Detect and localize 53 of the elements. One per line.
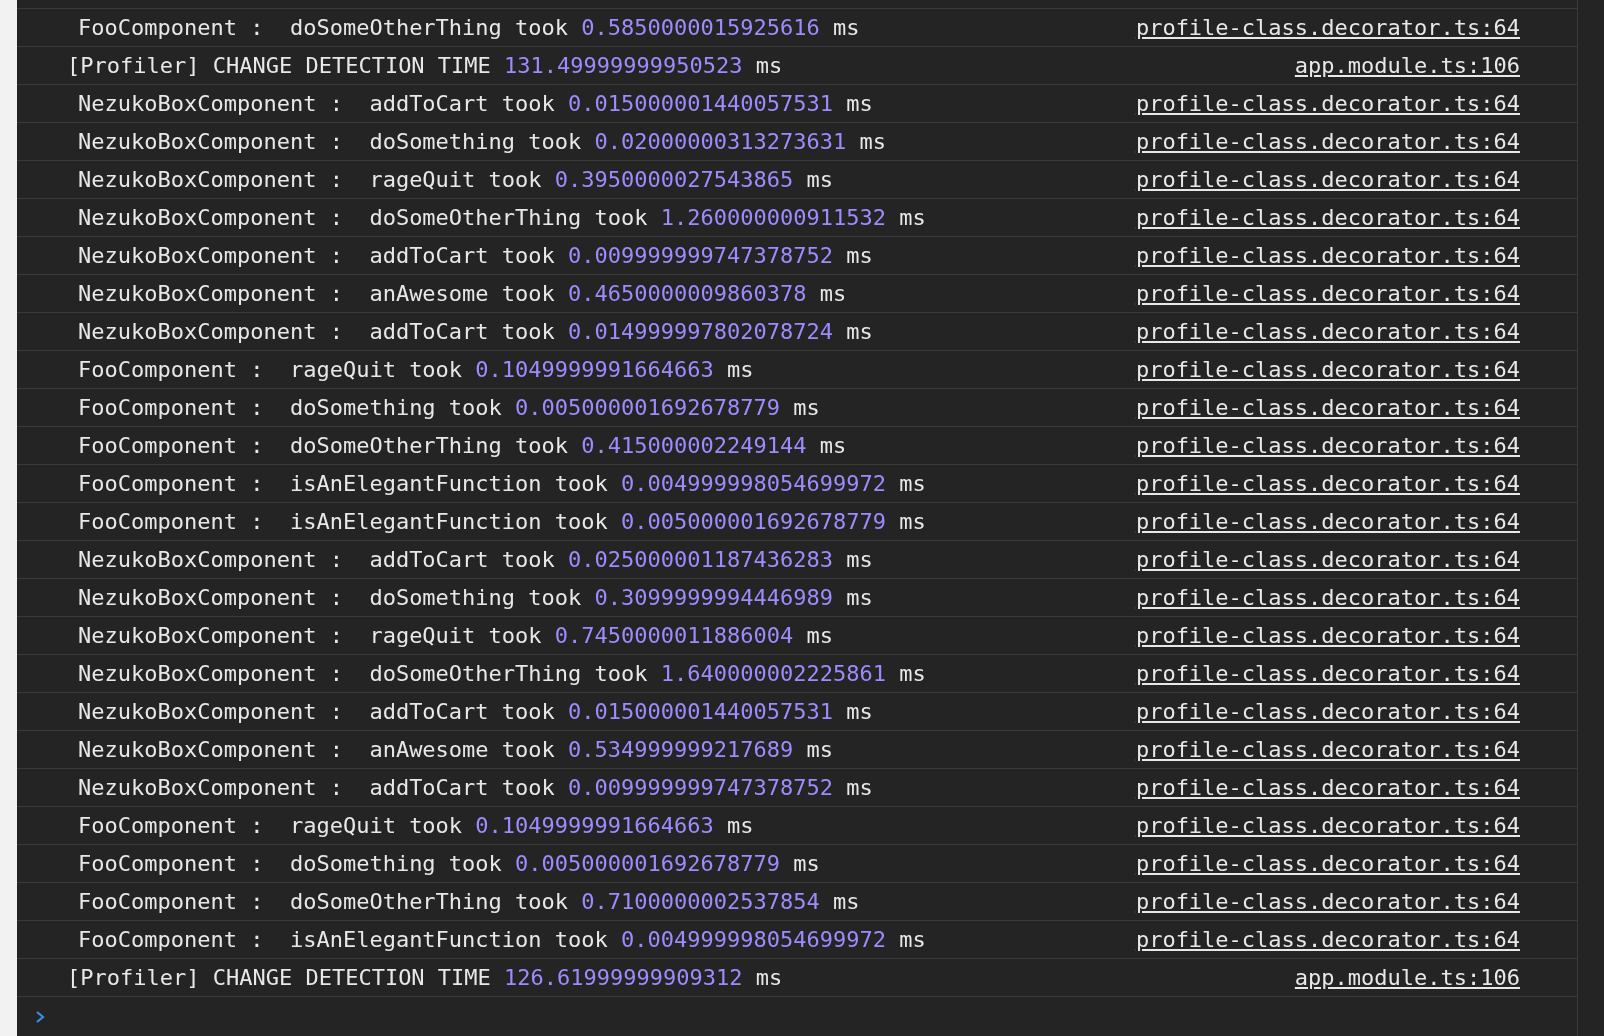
log-message: FooComponent : doSomeOtherThing took 0.7100000002537854 ms	[77, 889, 860, 914]
log-message: [Profiler] CHANGE DETECTION TIME 131.49999999950523 ms	[66, 53, 783, 78]
log-message: NezukoBoxComponent : doSomeOtherThing took 1.640000002225861 ms	[77, 661, 926, 686]
source-link[interactable]: profile-class.decorator.ts:64	[1135, 167, 1520, 192]
source-link[interactable]: profile-class.decorator.ts:64	[1135, 813, 1520, 838]
source-link[interactable]: profile-class.decorator.ts:64	[1135, 699, 1520, 724]
source-link[interactable]: profile-class.decorator.ts:64	[1135, 281, 1520, 306]
source-link[interactable]: profile-class.decorator.ts:64	[1135, 737, 1520, 762]
log-message: FooComponent : rageQuit took 0.1049999991664663 ms	[77, 357, 754, 382]
source-link[interactable]: profile-class.decorator.ts:64	[1135, 927, 1520, 952]
source-link[interactable]: profile-class.decorator.ts:64	[1135, 623, 1520, 648]
source-link[interactable]: profile-class.decorator.ts:64	[1135, 509, 1520, 534]
log-message: FooComponent : rageQuit took 0.1049999991664663 ms	[77, 813, 754, 838]
log-message: [Profiler] CHANGE DETECTION TIME 126.61999999909312 ms	[66, 965, 783, 990]
log-message: FooComponent : doSomething took 0.005000001692678779 ms	[77, 851, 820, 876]
log-message: NezukoBoxComponent : doSomething took 0.02000000313273631 ms	[77, 129, 886, 154]
source-link[interactable]: profile-class.decorator.ts:64	[1135, 319, 1520, 344]
log-message: NezukoBoxComponent : doSomething took 0.3099999994446989 ms	[77, 585, 873, 610]
source-link[interactable]: profile-class.decorator.ts:64	[1135, 851, 1520, 876]
log-message: FooComponent : doSomething took 0.005000001692678779 ms	[77, 395, 820, 420]
log-message: NezukoBoxComponent : doSomeOtherThing took 1.260000000911532 ms	[77, 205, 926, 230]
log-message: NezukoBoxComponent : rageQuit took 0.7450000011886004 ms	[77, 623, 833, 648]
source-link[interactable]: profile-class.decorator.ts:64	[1135, 205, 1520, 230]
log-message: FooComponent : isAnElegantFunction took 0.004999998054699972 ms	[77, 927, 926, 952]
log-message: FooComponent : doSomeOtherThing took 0.5850000015925616 ms	[77, 15, 860, 40]
source-link[interactable]: profile-class.decorator.ts:64	[1135, 91, 1520, 116]
source-link[interactable]: profile-class.decorator.ts:64	[1135, 775, 1520, 800]
log-message: NezukoBoxComponent : addToCart took 0.015000001440057531 ms	[77, 699, 873, 724]
log-message: NezukoBoxComponent : addToCart took 0.015000001440057531 ms	[77, 91, 873, 116]
log-message: FooComponent : isAnElegantFunction took 0.004999998054699972 ms	[77, 471, 926, 496]
source-link[interactable]: profile-class.decorator.ts:64	[1135, 433, 1520, 458]
log-message: NezukoBoxComponent : addToCart took 0.009999999747378752 ms	[77, 243, 873, 268]
source-link[interactable]: profile-class.decorator.ts:64	[1135, 129, 1520, 154]
log-message: NezukoBoxComponent : rageQuit took 0.3950000027543865 ms	[77, 167, 833, 192]
log-message: NezukoBoxComponent : anAwesome took 0.4650000009860378 ms	[77, 281, 847, 306]
source-link[interactable]: profile-class.decorator.ts:64	[1135, 471, 1520, 496]
source-link[interactable]: app.module.ts:106	[1294, 53, 1520, 78]
source-link[interactable]: profile-class.decorator.ts:64	[1135, 357, 1520, 382]
prompt-chevron-icon	[35, 1009, 45, 1024]
source-link[interactable]: profile-class.decorator.ts:64	[1135, 661, 1520, 686]
source-link[interactable]: profile-class.decorator.ts:64	[1135, 243, 1520, 268]
source-link[interactable]: profile-class.decorator.ts:64	[1135, 889, 1520, 914]
log-message: NezukoBoxComponent : addToCart took 0.009999999747378752 ms	[77, 775, 873, 800]
source-link[interactable]: profile-class.decorator.ts:64	[1135, 15, 1520, 40]
log-message: NezukoBoxComponent : addToCart took 0.014999997802078724 ms	[77, 319, 873, 344]
source-link[interactable]: app.module.ts:106	[1294, 965, 1520, 990]
source-link[interactable]: profile-class.decorator.ts:64	[1135, 547, 1520, 572]
source-link[interactable]: profile-class.decorator.ts:64	[1135, 585, 1520, 610]
log-message: NezukoBoxComponent : addToCart took 0.025000001187436283 ms	[77, 547, 873, 572]
source-link[interactable]: profile-class.decorator.ts:64	[1135, 395, 1520, 420]
log-message: NezukoBoxComponent : anAwesome took 0.534999999217689 ms	[77, 737, 833, 762]
log-message: FooComponent : isAnElegantFunction took 0.005000001692678779 ms	[77, 509, 926, 534]
log-message: FooComponent : doSomeOtherThing took 0.415000002249144 ms	[77, 433, 847, 458]
